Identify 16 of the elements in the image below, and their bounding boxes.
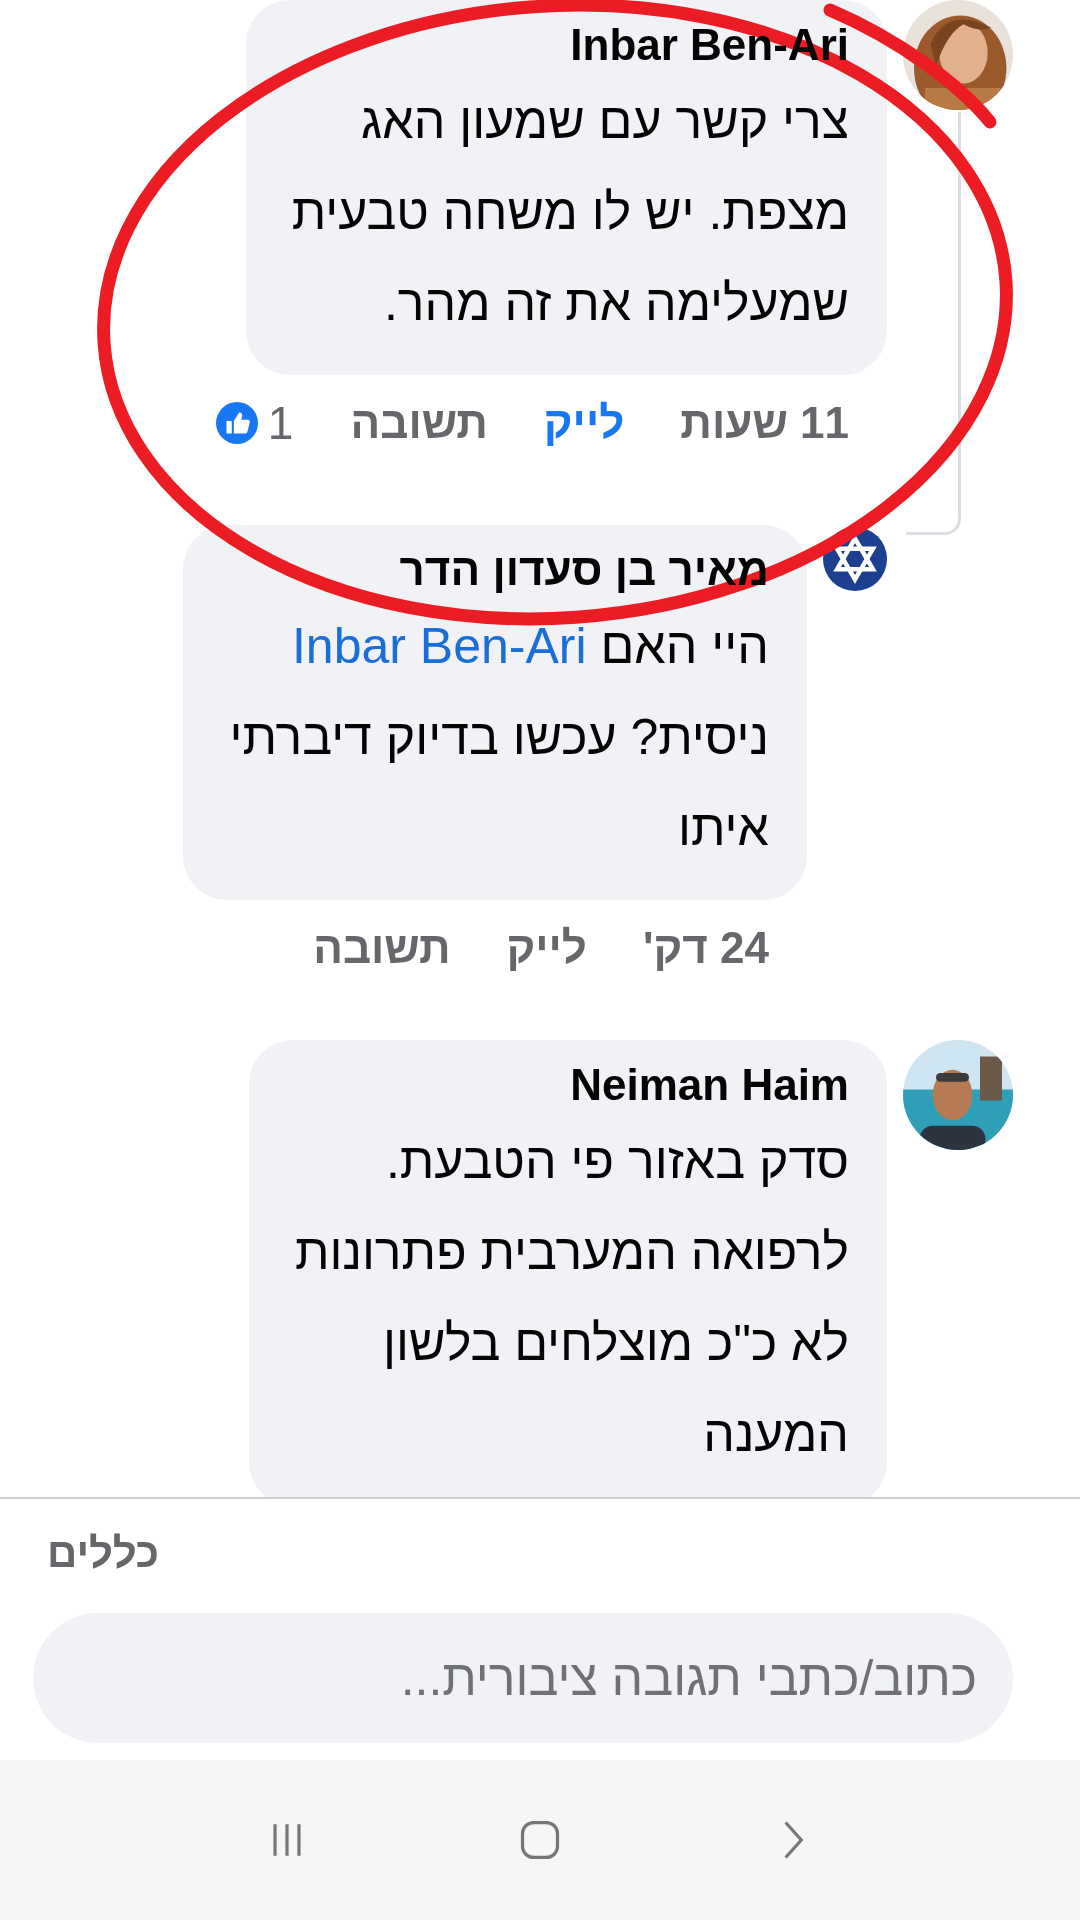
comment-time: 24 דק' [642,922,769,974]
author-name[interactable]: מאיר בן סעדון הדר [229,539,769,601]
comment-time: 11 שעות [680,397,849,449]
comment-text: צרי קשר עם שמעון האג מצפת. יש לו משחה טבעית שמעלימה את זה מהר. [291,92,849,333]
like-link[interactable]: לייק [506,918,587,978]
author-name[interactable]: Neiman Haim [294,1054,849,1116]
comment-text: סדק באזור פי הטבעת. לרפואה המערבית פתרונות לא כ"כ מוצלחים בלשון המענה [294,1132,849,1464]
reaction-count: 1 [267,396,294,450]
reply-input-field[interactable]: כתוב/כתבי תגובה ציבורית... [33,1613,1013,1743]
mention-link[interactable]: Inbar Ben-Ari [291,618,587,674]
rules-link[interactable]: כללים [47,1529,160,1576]
like-reaction-icon[interactable] [215,402,258,444]
star-avatar-icon[interactable] [823,527,887,591]
reply-link[interactable]: תשובה [313,918,451,978]
like-link[interactable]: לייק [543,393,625,453]
reply-link[interactable]: תשובה [350,393,488,453]
